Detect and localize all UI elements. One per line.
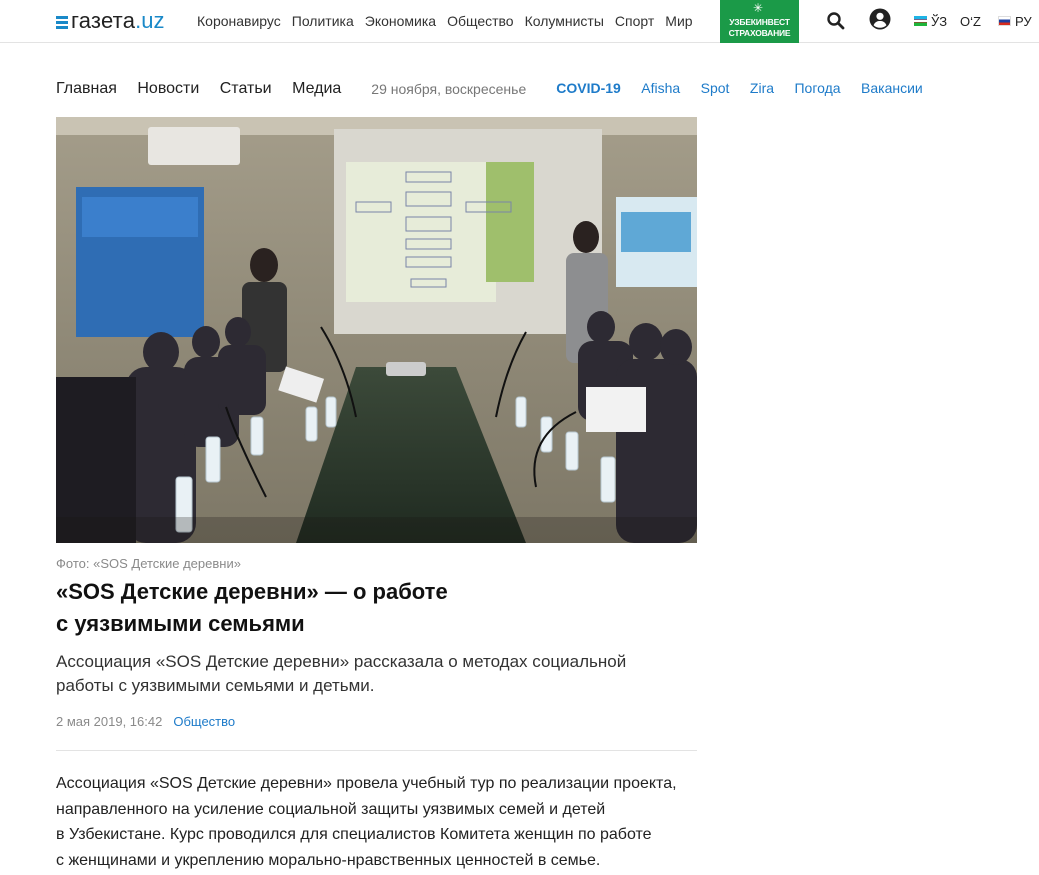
logo-suffix: .uz: [135, 8, 165, 33]
user-account-button[interactable]: [869, 8, 891, 30]
article-lead-line-2: работы с уязвимыми семьями и детьми.: [56, 676, 375, 695]
search-icon: [827, 12, 845, 30]
section-links: Главная Новости Статьи Медиа: [56, 80, 357, 98]
section-link-home[interactable]: Главная: [56, 80, 117, 97]
project-link-afisha[interactable]: Afisha: [641, 80, 680, 96]
nav-link-economy[interactable]: Экономика: [365, 13, 436, 29]
body-line: в Узбекистане. Курс проводился для специ…: [56, 826, 652, 843]
main-nav: Коронавирус Политика Экономика Общество …: [197, 13, 704, 29]
project-links: COVID-19 Afisha Spot Zira Погода Ваканси…: [556, 80, 939, 98]
project-link-vacancies[interactable]: Вакансии: [861, 80, 923, 96]
site-logo[interactable]: газета .uz: [56, 8, 165, 34]
nav-link-society[interactable]: Общество: [447, 13, 514, 29]
article-photo[interactable]: [56, 117, 697, 543]
logo-mark-icon: [56, 15, 68, 30]
divider: [56, 750, 697, 751]
promo-line-1: УЗБЕКИНВЕСТ: [729, 17, 790, 27]
section-link-news[interactable]: Новости: [137, 80, 199, 97]
lang-label: РУ: [1015, 13, 1032, 29]
article-lead-line-1: Ассоциация «SOS Детские деревни» рассказ…: [56, 652, 627, 671]
nav-link-coronavirus[interactable]: Коронавирус: [197, 13, 281, 29]
article-photo-illustration: [56, 117, 697, 543]
article-title-line-1: «SOS Детские деревни» — о работе: [56, 579, 448, 604]
article-lead: Ассоциация «SOS Детские деревни» рассказ…: [56, 650, 696, 698]
logo-text: газета: [71, 8, 136, 33]
lang-russian[interactable]: РУ: [998, 12, 1032, 30]
promo-star-icon: ✳: [753, 1, 764, 15]
body-line: с женщинами и укреплению морально-нравст…: [56, 851, 601, 869]
promo-line-2: СТРАХОВАНИЕ: [728, 28, 791, 38]
nav-link-sport[interactable]: Спорт: [615, 13, 654, 29]
current-date: 29 ноября, воскресенье: [371, 81, 527, 97]
nav-link-world[interactable]: Мир: [665, 13, 692, 29]
secondary-nav: Главная Новости Статьи Медиа 29 ноября, …: [56, 78, 939, 100]
uz-flag-icon: [914, 16, 927, 26]
lang-label: O‘Z: [960, 13, 981, 29]
section-link-articles[interactable]: Статьи: [220, 80, 272, 97]
lang-uz-cyrillic[interactable]: ЎЗ: [914, 12, 947, 30]
project-link-weather[interactable]: Погода: [794, 80, 840, 96]
category-link[interactable]: Общество: [173, 714, 235, 729]
publish-time: 2 мая 2019, 16:42: [56, 714, 163, 729]
project-link-covid[interactable]: COVID-19: [556, 80, 621, 96]
photo-caption: Фото: «SOS Детские деревни»: [56, 556, 241, 571]
lang-uz-latin[interactable]: O‘Z: [960, 12, 981, 30]
body-line: Ассоциация «SOS Детские деревни» провела…: [56, 775, 677, 792]
article-title-line-2: с уязвимыми семьями: [56, 611, 305, 636]
article-title: «SOS Детские деревни» — о работе с уязви…: [56, 576, 516, 640]
nav-link-columnists[interactable]: Колумнисты: [525, 13, 604, 29]
section-link-media[interactable]: Медиа: [292, 80, 341, 97]
search-button[interactable]: [826, 11, 846, 31]
promo-banner-uzbekinvest[interactable]: ✳ УЗБЕКИНВЕСТ СТРАХОВАНИЕ: [720, 0, 799, 43]
article-body: Ассоциация «SOS Детские деревни» провела…: [56, 771, 696, 873]
ru-flag-icon: [998, 16, 1011, 26]
article-meta: 2 мая 2019, 16:42 Общество: [56, 714, 235, 729]
project-link-zira[interactable]: Zira: [750, 80, 774, 96]
body-line: направленного на усиление социальной защ…: [56, 800, 606, 818]
project-link-spot[interactable]: Spot: [701, 80, 730, 96]
lang-label: ЎЗ: [931, 13, 948, 29]
nav-link-politics[interactable]: Политика: [292, 13, 354, 29]
top-header: газета .uz Коронавирус Политика Экономика…: [0, 0, 1039, 43]
user-icon: [869, 8, 891, 30]
